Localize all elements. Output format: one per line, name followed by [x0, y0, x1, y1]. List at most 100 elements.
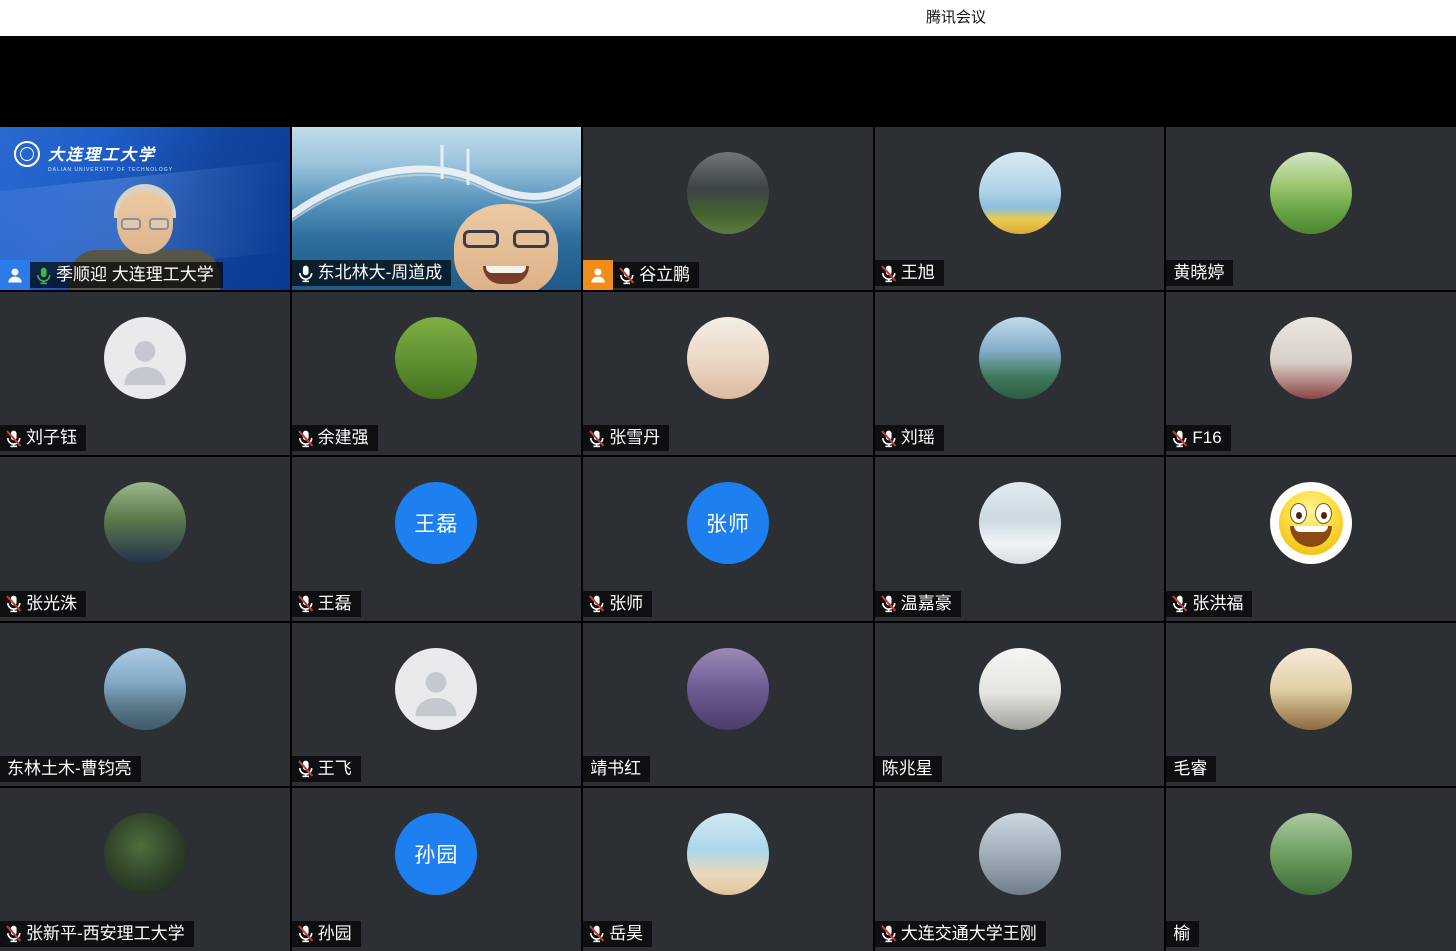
participant-name: 榆: [1173, 921, 1190, 947]
participant-tile[interactable]: 东北林大-周道成: [292, 127, 582, 290]
participant-name: 东林土木-曹钧亮: [7, 756, 132, 782]
photo-avatar: [687, 648, 769, 730]
participant-tile[interactable]: 张雪丹: [583, 292, 873, 455]
participant-tile[interactable]: 张光洙: [0, 457, 290, 620]
photo-avatar: [104, 482, 186, 564]
participant-tile[interactable]: 谷立鹏: [583, 127, 873, 290]
name-label: 东北林大-周道成: [292, 260, 452, 286]
participant-tile[interactable]: 温嘉豪: [875, 457, 1165, 620]
participant-tile[interactable]: F16: [1166, 292, 1456, 455]
participant-name: 东北林大-周道成: [318, 260, 443, 286]
avatar: 王磊: [395, 482, 477, 564]
meeting-stage: 大连理工大学DALIAN UNIVERSITY OF TECHNOLOGY季顺迎…: [0, 36, 1456, 951]
avatar: [104, 648, 186, 730]
participant-name: 谷立鹏: [639, 262, 690, 288]
participant-name: 王旭: [901, 260, 935, 286]
name-label: 余建强: [292, 425, 378, 451]
avatar: [104, 317, 186, 399]
participant-name: 黄晓婷: [1173, 260, 1224, 286]
default-avatar: [395, 648, 477, 730]
participant-tile[interactable]: 王磊王磊: [292, 457, 582, 620]
initials-avatar: 孙园: [395, 813, 477, 895]
mic-muted-icon: [3, 923, 24, 944]
participant-tile[interactable]: 毛睿: [1166, 623, 1456, 786]
name-label: 刘子钰: [0, 425, 86, 451]
name-label: 王飞: [292, 756, 361, 782]
avatar: [1270, 813, 1352, 895]
avatar: [687, 317, 769, 399]
mic-muted-icon: [878, 593, 899, 614]
participant-tile[interactable]: 张新平-西安理工大学: [0, 788, 290, 951]
mic-muted-icon: [586, 923, 607, 944]
participant-tile[interactable]: 王飞: [292, 623, 582, 786]
avatar: [979, 813, 1061, 895]
mic-active-icon: [33, 265, 54, 286]
mic-muted-icon: [295, 428, 316, 449]
participant-tile[interactable]: 余建强: [292, 292, 582, 455]
participant-tile[interactable]: 陈兆星: [875, 623, 1165, 786]
avatar: [979, 152, 1061, 234]
name-label: 张洪福: [1166, 591, 1252, 617]
name-label: 毛睿: [1166, 756, 1216, 782]
photo-avatar: [104, 813, 186, 895]
participant-tile[interactable]: 张师张师: [583, 457, 873, 620]
name-label: 王磊: [292, 591, 361, 617]
photo-avatar: [1270, 648, 1352, 730]
default-avatar: [104, 317, 186, 399]
participant-tile[interactable]: 刘子钰: [0, 292, 290, 455]
participant-tile[interactable]: 大连理工大学DALIAN UNIVERSITY OF TECHNOLOGY季顺迎…: [0, 127, 290, 290]
mic-muted-icon: [3, 428, 24, 449]
name-label: 岳昊: [583, 921, 652, 947]
photo-avatar: [979, 152, 1061, 234]
participant-tile[interactable]: 东林土木-曹钧亮: [0, 623, 290, 786]
avatar: [104, 482, 186, 564]
mic-on-icon: [295, 263, 316, 284]
participant-name: 孙园: [318, 921, 352, 947]
participant-tile[interactable]: 榆: [1166, 788, 1456, 951]
photo-avatar: [687, 152, 769, 234]
mic-muted-icon: [295, 923, 316, 944]
participant-tile[interactable]: 孙园孙园: [292, 788, 582, 951]
mic-muted-icon: [1169, 428, 1190, 449]
avatar: [1270, 648, 1352, 730]
avatar: [1270, 317, 1352, 399]
participant-name: 张光洙: [26, 591, 77, 617]
host-badge-icon: [0, 260, 30, 290]
participant-tile[interactable]: 岳昊: [583, 788, 873, 951]
participant-name: 王飞: [318, 756, 352, 782]
initials-avatar: 王磊: [395, 482, 477, 564]
photo-avatar: [1270, 813, 1352, 895]
participant-name: 大连交通大学王刚: [901, 921, 1037, 947]
initials-avatar: 张师: [687, 482, 769, 564]
photo-avatar: [979, 813, 1061, 895]
mic-muted-icon: [586, 593, 607, 614]
participant-name: 陈兆星: [882, 756, 933, 782]
participant-tile[interactable]: 刘瑶: [875, 292, 1165, 455]
participant-name: F16: [1192, 425, 1221, 451]
participant-tile[interactable]: 黄晓婷: [1166, 127, 1456, 290]
mic-muted-icon: [1169, 593, 1190, 614]
participant-name: 刘瑶: [901, 425, 935, 451]
participant-tile[interactable]: 靖书红: [583, 623, 873, 786]
participant-tile[interactable]: 大连交通大学王刚: [875, 788, 1165, 951]
name-label: 陈兆星: [875, 756, 942, 782]
avatar: [979, 648, 1061, 730]
mic-muted-icon: [3, 593, 24, 614]
default-avatar-silhouette-icon: [116, 332, 174, 390]
participant-tile[interactable]: 张洪福: [1166, 457, 1456, 620]
name-label: 靖书红: [583, 756, 650, 782]
window-titlebar[interactable]: 腾讯会议: [0, 0, 1456, 36]
name-label: 张光洙: [0, 591, 86, 617]
participant-name: 张新平-西安理工大学: [26, 921, 185, 947]
participant-name: 毛睿: [1173, 756, 1207, 782]
participant-name: 余建强: [318, 425, 369, 451]
smiley-emoji-avatar: [1270, 482, 1352, 564]
photo-avatar: [979, 648, 1061, 730]
participant-name: 张洪福: [1192, 591, 1243, 617]
photo-avatar: [687, 317, 769, 399]
participant-tile[interactable]: 王旭: [875, 127, 1165, 290]
participant-name: 温嘉豪: [901, 591, 952, 617]
mic-muted-icon: [878, 923, 899, 944]
avatar: [395, 648, 477, 730]
participant-name: 岳昊: [609, 921, 643, 947]
